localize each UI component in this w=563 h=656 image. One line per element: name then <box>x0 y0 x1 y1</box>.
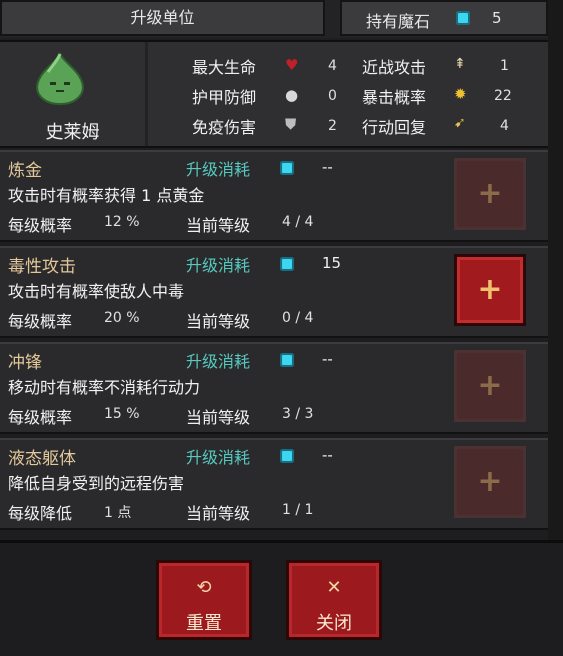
skill-card-liquid-body: 液态躯体 升级消耗 -- 降低自身受到的远程伤害 每级降低 1 点 当前等级 1… <box>0 438 548 530</box>
plus-icon: + <box>477 272 503 307</box>
bottom-bar <box>0 540 563 656</box>
upgrade-cost: -- <box>322 158 333 176</box>
level-value: 0 / 4 <box>282 310 314 326</box>
unit-avatar-panel: 史莱姆 <box>0 42 145 146</box>
shield-icon: ⛊ <box>285 115 297 133</box>
skill-name: 毒性攻击 <box>8 257 76 277</box>
level-value: 4 / 4 <box>282 214 314 230</box>
stat-value-armor: 0 <box>328 88 337 104</box>
gem-icon <box>456 11 470 25</box>
skill-description: 降低自身受到的远程伤害 <box>8 474 185 493</box>
skill-name: 冲锋 <box>8 353 42 373</box>
unit-stats: 最大生命 ♥ 4 近战攻击 ⇞ 1 护甲防御 ● 0 暴击概率 ✹ 22 免疫伤… <box>148 42 548 146</box>
skill-description: 移动时有概率不消耗行动力 <box>8 378 201 397</box>
upgrade-cost-label: 升级消耗 <box>186 448 251 467</box>
rate-value: 1 点 <box>104 505 132 521</box>
upgrade-button[interactable]: + <box>454 254 526 326</box>
sword-icon: ⇞ <box>454 56 466 72</box>
plus-icon: + <box>477 176 503 211</box>
page-title: 升级单位 <box>0 0 325 36</box>
stat-label-melee: 近战攻击 <box>362 58 427 77</box>
skill-card-poison-attack: 毒性攻击 升级消耗 15 攻击时有概率使敌人中毒 每级概率 20 % 当前等级 … <box>0 246 548 338</box>
rate-value: 12 % <box>104 214 140 230</box>
stone-count: 5 <box>492 9 502 27</box>
upgrade-cost: -- <box>322 446 333 464</box>
stat-value-melee: 1 <box>500 58 509 74</box>
level-value: 3 / 3 <box>282 406 314 422</box>
plus-icon: + <box>477 368 503 403</box>
upgrade-button[interactable]: + <box>454 446 526 518</box>
upgrade-button[interactable]: + <box>454 158 526 230</box>
stat-value-crit: 22 <box>494 88 512 104</box>
stat-value-immune: 2 <box>328 118 337 134</box>
gem-icon <box>280 449 294 463</box>
level-value: 1 / 1 <box>282 502 314 518</box>
upgrade-cost: -- <box>322 350 333 368</box>
level-label: 当前等级 <box>186 504 251 523</box>
stat-label-immune: 免疫伤害 <box>192 118 257 137</box>
level-label: 当前等级 <box>186 216 251 235</box>
unit-name: 史莱姆 <box>45 122 100 143</box>
skill-description: 攻击时有概率使敌人中毒 <box>8 282 185 301</box>
stat-label-max-hp: 最大生命 <box>192 58 257 77</box>
rate-label: 每级降低 <box>8 504 73 523</box>
close-button[interactable]: ✕ 关闭 <box>286 560 382 640</box>
upgrade-button[interactable]: + <box>454 350 526 422</box>
skill-card-charge: 冲锋 升级消耗 -- 移动时有概率不消耗行动力 每级概率 15 % 当前等级 3… <box>0 342 548 434</box>
upgrade-cost-label: 升级消耗 <box>186 352 251 371</box>
reset-button[interactable]: ⟲ 重置 <box>156 560 252 640</box>
magic-stone-counter: 持有魔石 5 <box>340 0 548 36</box>
gem-icon <box>280 161 294 175</box>
reset-label: 重置 <box>186 613 222 634</box>
rate-value: 15 % <box>104 406 140 422</box>
stat-label-crit: 暴击概率 <box>362 88 427 107</box>
upgrade-cost-label: 升级消耗 <box>186 256 251 275</box>
level-label: 当前等级 <box>186 408 251 427</box>
plus-icon: + <box>477 464 503 499</box>
gem-icon <box>280 353 294 367</box>
boot-icon: ➹ <box>454 115 466 131</box>
spark-icon: ✹ <box>454 85 467 103</box>
heart-icon: ♥ <box>285 56 299 74</box>
skill-card-alchemy: 炼金 升级消耗 -- 攻击时有概率获得 1 点黄金 每级概率 12 % 当前等级… <box>0 150 548 242</box>
stone-label: 持有魔石 <box>366 12 431 31</box>
stat-value-max-hp: 4 <box>328 58 337 74</box>
skill-description: 攻击时有概率获得 1 点黄金 <box>8 186 205 205</box>
gem-icon <box>280 257 294 271</box>
close-icon: ✕ <box>326 577 342 598</box>
skill-name: 炼金 <box>8 161 42 181</box>
level-label: 当前等级 <box>186 312 251 331</box>
stat-value-recovery: 4 <box>500 118 509 134</box>
slime-icon <box>36 52 84 106</box>
upgrade-cost: 15 <box>322 254 342 272</box>
rate-label: 每级概率 <box>8 312 73 331</box>
close-label: 关闭 <box>316 613 352 634</box>
rate-label: 每级概率 <box>8 216 73 235</box>
stat-label-armor: 护甲防御 <box>192 88 257 107</box>
skill-name: 液态躯体 <box>8 449 76 469</box>
shield-round-icon: ● <box>285 86 299 104</box>
rate-label: 每级概率 <box>8 408 73 427</box>
upgrade-cost-label: 升级消耗 <box>186 160 251 179</box>
scrollbar[interactable] <box>548 0 563 540</box>
stat-label-recovery: 行动回复 <box>362 118 427 137</box>
rate-value: 20 % <box>104 310 140 326</box>
refresh-icon: ⟲ <box>196 577 212 598</box>
